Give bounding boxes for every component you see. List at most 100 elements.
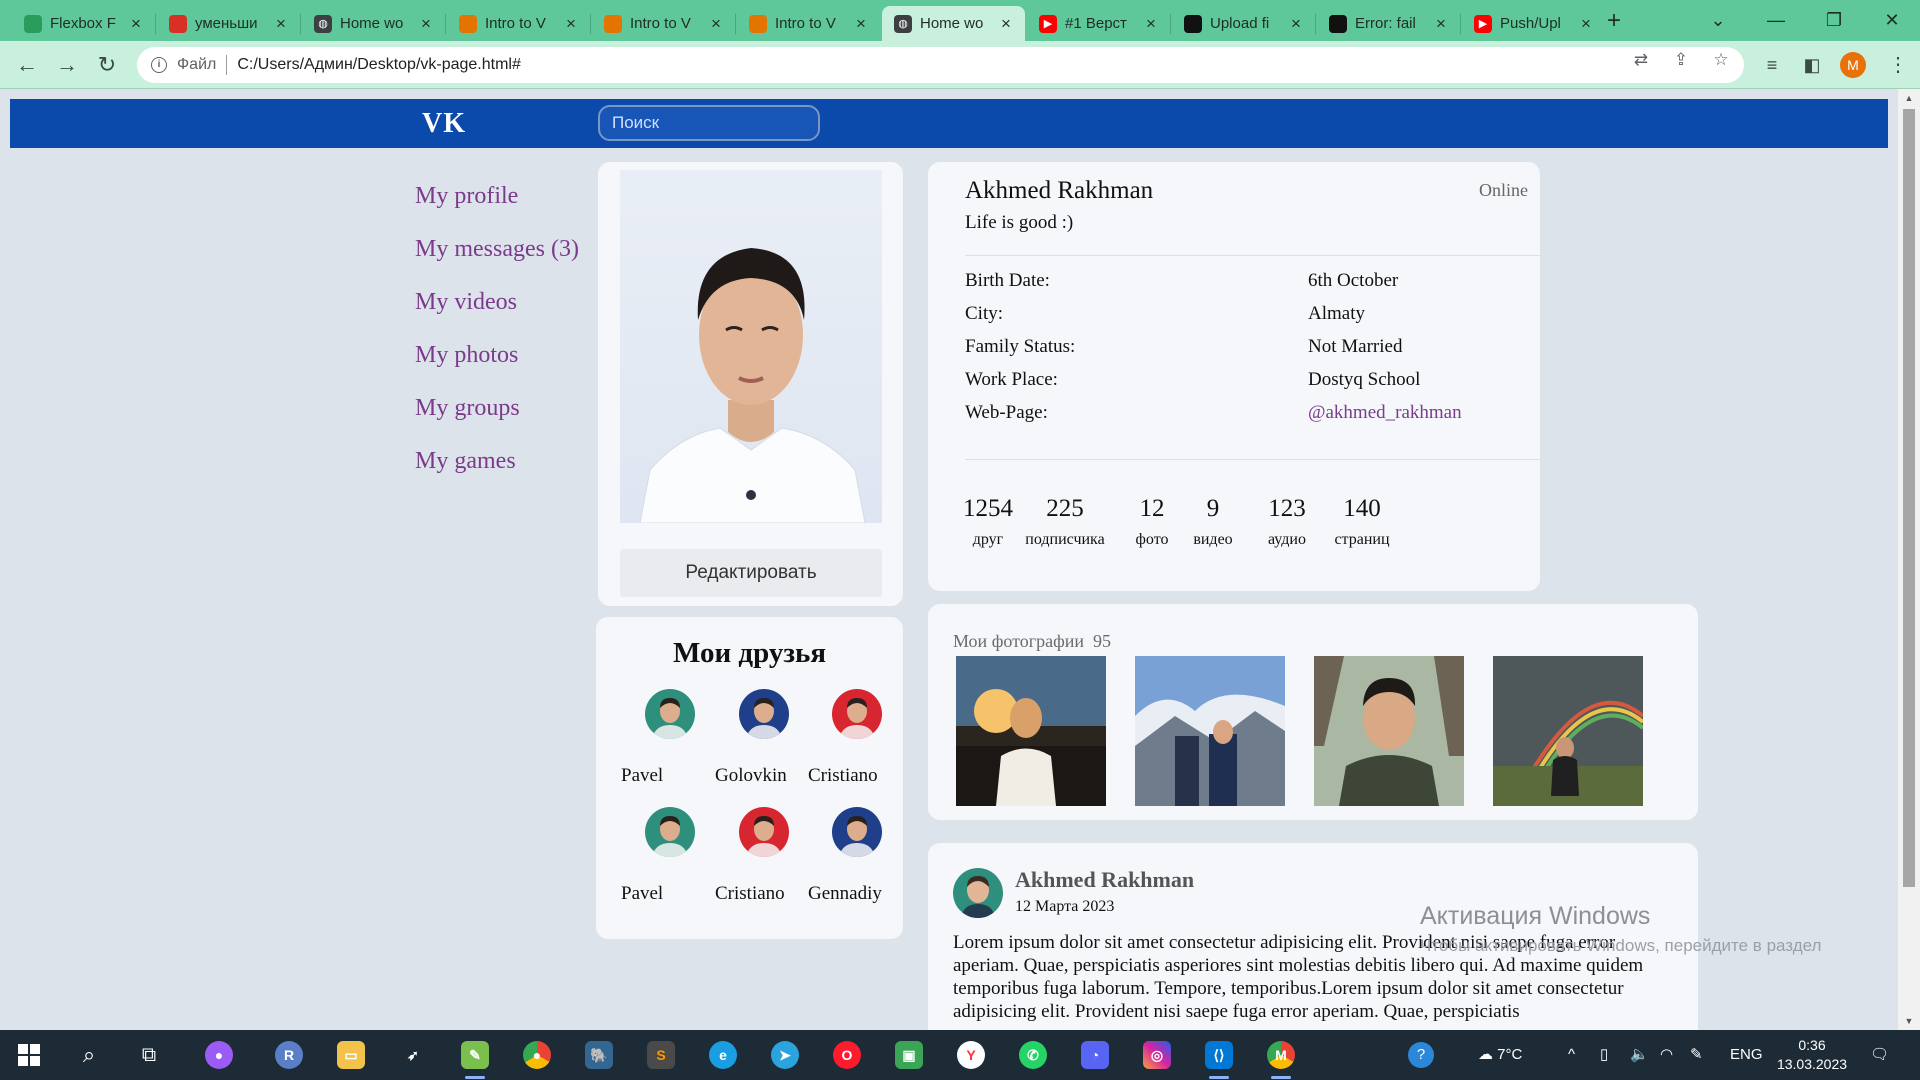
friend-name[interactable]: Pavel: [621, 765, 721, 787]
side-nav-link[interactable]: My groups: [415, 394, 579, 447]
page-scrollbar[interactable]: ▲ ▼: [1898, 89, 1920, 1030]
close-tab-icon[interactable]: ×: [272, 14, 290, 34]
reload-button[interactable]: ↻: [92, 50, 122, 80]
edge-icon[interactable]: e: [704, 1036, 742, 1074]
tab-search-chevron-icon[interactable]: ⌄: [1690, 0, 1746, 41]
profile-avatar-button[interactable]: M: [1840, 52, 1866, 78]
instagram-icon[interactable]: ◎: [1138, 1036, 1176, 1074]
volume-icon[interactable]: 🔈: [1630, 1030, 1649, 1080]
translate-icon[interactable]: ⇄: [1630, 49, 1652, 71]
browser-tab[interactable]: ▶ Push/Upl ×: [1462, 6, 1605, 41]
edit-profile-button[interactable]: Редактировать: [620, 549, 882, 597]
close-tab-icon[interactable]: ×: [562, 14, 580, 34]
post-author-avatar[interactable]: [953, 868, 1003, 918]
friend-avatar[interactable]: [739, 807, 789, 857]
side-nav-link[interactable]: My messages (3): [415, 235, 579, 288]
close-tab-icon[interactable]: ×: [1142, 14, 1160, 34]
profile-stat[interactable]: 140 страниц: [1317, 495, 1407, 549]
friend-name[interactable]: Cristiano: [808, 765, 908, 787]
photo-thumbnail[interactable]: [956, 656, 1106, 806]
close-tab-icon[interactable]: ×: [1287, 14, 1305, 34]
close-tab-icon[interactable]: ×: [1432, 14, 1450, 34]
post-author-name[interactable]: Akhmed Rakhman: [1015, 867, 1194, 893]
scroll-thumb[interactable]: [1903, 109, 1915, 887]
vk-logo[interactable]: VK: [422, 108, 466, 140]
paint-app-icon[interactable]: ✎: [456, 1036, 494, 1079]
yandex-icon[interactable]: Y: [952, 1036, 990, 1074]
browser-tab[interactable]: ◍ Home wo ×: [882, 6, 1025, 41]
postgres-icon[interactable]: 🐘: [580, 1036, 618, 1074]
share-icon[interactable]: ⇪: [1670, 49, 1692, 71]
info-icon[interactable]: i: [151, 57, 167, 73]
close-tab-icon[interactable]: ×: [852, 14, 870, 34]
profile-web-link[interactable]: @akhmed_rakhman: [1308, 402, 1462, 424]
browser-tab[interactable]: Intro to V ×: [737, 6, 880, 41]
reading-list-icon[interactable]: ≡: [1760, 53, 1784, 77]
side-nav-link[interactable]: My photos: [415, 341, 579, 394]
app-green-icon[interactable]: ▣: [890, 1036, 928, 1074]
vscode-icon[interactable]: ⟨⟩: [1200, 1036, 1238, 1079]
notifications-icon[interactable]: 🗨: [1870, 1030, 1889, 1080]
side-panel-icon[interactable]: ◧: [1800, 53, 1824, 77]
tray-chevron-icon[interactable]: ^: [1568, 1030, 1575, 1080]
opera-icon[interactable]: O: [828, 1036, 866, 1074]
profile-stat[interactable]: 225 подписчика: [1020, 495, 1110, 549]
start-button[interactable]: [10, 1036, 48, 1074]
photo-thumbnail[interactable]: [1314, 656, 1464, 806]
side-nav-link[interactable]: My videos: [415, 288, 579, 341]
clock[interactable]: 0:36 13.03.2023: [1776, 1036, 1848, 1074]
side-nav-link[interactable]: My profile: [415, 182, 579, 235]
photo-thumbnail[interactable]: [1493, 656, 1643, 806]
pen-icon[interactable]: ✎: [1690, 1030, 1703, 1080]
chrome-icon[interactable]: ●: [518, 1036, 556, 1074]
whatsapp-icon[interactable]: ✆: [1014, 1036, 1052, 1074]
browser-tab[interactable]: Upload fi ×: [1172, 6, 1315, 41]
restore-button[interactable]: ❐: [1806, 0, 1862, 41]
close-tab-icon[interactable]: ×: [707, 14, 725, 34]
telegram-icon[interactable]: ➤: [766, 1036, 804, 1074]
cursor-app-icon[interactable]: ➶: [394, 1036, 432, 1074]
task-view-icon[interactable]: ⧉: [130, 1036, 168, 1074]
friend-avatar[interactable]: [832, 689, 882, 739]
close-tab-icon[interactable]: ×: [127, 14, 145, 34]
weather-widget[interactable]: ☁ 7°C: [1478, 1030, 1522, 1080]
discord-icon[interactable]: ◔: [1076, 1036, 1114, 1074]
browser-tab[interactable]: уменьши ×: [157, 6, 300, 41]
friend-name[interactable]: Pavel: [621, 883, 721, 905]
scroll-up-arrow-icon[interactable]: ▲: [1898, 89, 1920, 107]
browser-tab[interactable]: Flexbox F ×: [12, 6, 155, 41]
friend-avatar[interactable]: [832, 807, 882, 857]
close-tab-icon[interactable]: ×: [1577, 14, 1595, 34]
file-explorer-icon[interactable]: ▭: [332, 1036, 370, 1074]
close-tab-icon[interactable]: ×: [997, 14, 1015, 34]
network-icon[interactable]: ◠: [1660, 1030, 1673, 1080]
chrome-profile-icon[interactable]: M: [1262, 1036, 1300, 1079]
friend-avatar[interactable]: [645, 807, 695, 857]
battery-icon[interactable]: ▯: [1600, 1030, 1608, 1080]
bookmark-star-icon[interactable]: ☆: [1710, 49, 1732, 71]
browser-menu-icon[interactable]: ⋮: [1888, 52, 1908, 78]
close-window-button[interactable]: ✕: [1864, 0, 1920, 41]
search-input[interactable]: Поиск: [598, 105, 820, 141]
address-bar[interactable]: i Файл C:/Users/Админ/Desktop/vk-page.ht…: [137, 47, 1744, 83]
browser-tab[interactable]: ◍ Home wo ×: [302, 6, 445, 41]
forward-button[interactable]: →: [52, 50, 82, 80]
browser-tab[interactable]: Error: fail ×: [1317, 6, 1460, 41]
assistant-app-icon[interactable]: ●: [200, 1036, 238, 1074]
search-icon[interactable]: ⌕: [70, 1036, 108, 1074]
scroll-down-arrow-icon[interactable]: ▼: [1898, 1012, 1920, 1030]
close-tab-icon[interactable]: ×: [417, 14, 435, 34]
friend-avatar[interactable]: [739, 689, 789, 739]
browser-tab[interactable]: Intro to V ×: [447, 6, 590, 41]
side-nav-link[interactable]: My games: [415, 447, 579, 500]
photos-title[interactable]: Мои фотографии 95: [953, 631, 1111, 652]
friend-name[interactable]: Golovkin: [715, 765, 815, 787]
r-app-icon[interactable]: R: [270, 1036, 308, 1074]
minimize-button[interactable]: —: [1748, 0, 1804, 41]
language-indicator[interactable]: ENG: [1730, 1030, 1763, 1080]
friend-avatar[interactable]: [645, 689, 695, 739]
new-tab-button[interactable]: +: [1600, 7, 1628, 35]
friend-name[interactable]: Gennadiy: [808, 883, 908, 905]
browser-tab[interactable]: Intro to V ×: [592, 6, 735, 41]
sublime-icon[interactable]: S: [642, 1036, 680, 1074]
